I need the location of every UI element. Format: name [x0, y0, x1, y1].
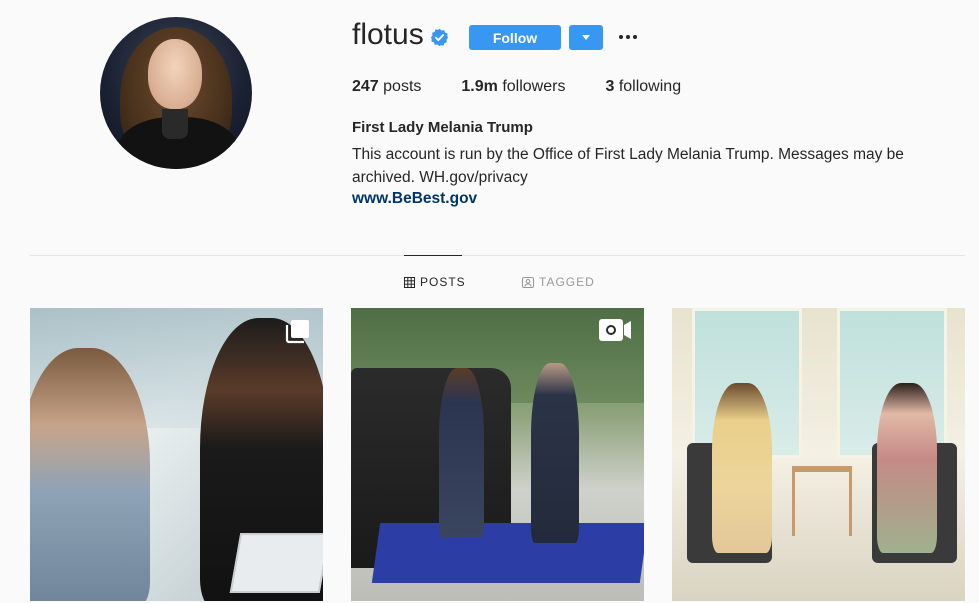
followers-count: 1.9m — [461, 78, 498, 95]
ellipsis-dot-icon — [633, 35, 637, 39]
posts-stat: 247 posts — [352, 78, 421, 96]
ellipsis-dot-icon — [619, 35, 623, 39]
post-thumbnail[interactable] — [351, 308, 644, 601]
following-count: 3 — [605, 78, 615, 95]
profile-full-name: First Lady Melania Trump — [352, 119, 533, 136]
post-person-floral — [877, 383, 937, 553]
post-person-dress — [439, 368, 484, 538]
posts-label: posts — [383, 78, 422, 95]
post-blue-carpet — [371, 523, 644, 583]
grid-icon — [404, 276, 415, 288]
caret-down-icon — [582, 35, 590, 40]
suggested-accounts-button[interactable] — [569, 25, 603, 50]
post-person-suit — [531, 363, 579, 543]
follow-button[interactable]: Follow — [469, 25, 561, 50]
tab-tagged-label: TAGGED — [539, 275, 595, 289]
post-person-left — [30, 348, 150, 601]
profile-stats: 247 posts 1.9m followers 3 following — [352, 78, 721, 96]
avatar-collar — [162, 109, 188, 139]
post-person-yellow — [712, 383, 772, 553]
post-thumbnail[interactable] — [30, 308, 323, 601]
followers-label: followers — [502, 78, 566, 95]
following-label: following — [618, 78, 682, 95]
profile-username: flotus — [352, 18, 424, 51]
followers-stat[interactable]: 1.9m followers — [461, 78, 565, 96]
posts-count: 247 — [352, 78, 379, 95]
post-thumbnail[interactable] — [672, 308, 965, 601]
tab-posts-label: POSTS — [420, 275, 466, 289]
avatar-face — [148, 39, 202, 109]
carousel-icon — [285, 320, 309, 344]
tab-tagged[interactable]: TAGGED — [522, 275, 595, 289]
verified-badge-icon — [430, 28, 449, 47]
profile-avatar[interactable] — [100, 17, 252, 169]
more-options-button[interactable] — [616, 26, 640, 48]
profile-website-link[interactable]: www.BeBest.gov — [352, 190, 477, 208]
post-table — [792, 466, 852, 536]
tab-posts[interactable]: POSTS — [404, 275, 466, 289]
profile-bio: This account is run by the Office of Fir… — [352, 146, 904, 186]
tag-portrait-icon — [522, 276, 534, 288]
post-laptop — [229, 533, 323, 593]
following-stat[interactable]: 3 following — [605, 78, 681, 96]
video-icon — [599, 319, 631, 341]
ellipsis-dot-icon — [626, 35, 630, 39]
tabs-divider — [30, 255, 965, 256]
active-tab-indicator — [404, 255, 462, 256]
